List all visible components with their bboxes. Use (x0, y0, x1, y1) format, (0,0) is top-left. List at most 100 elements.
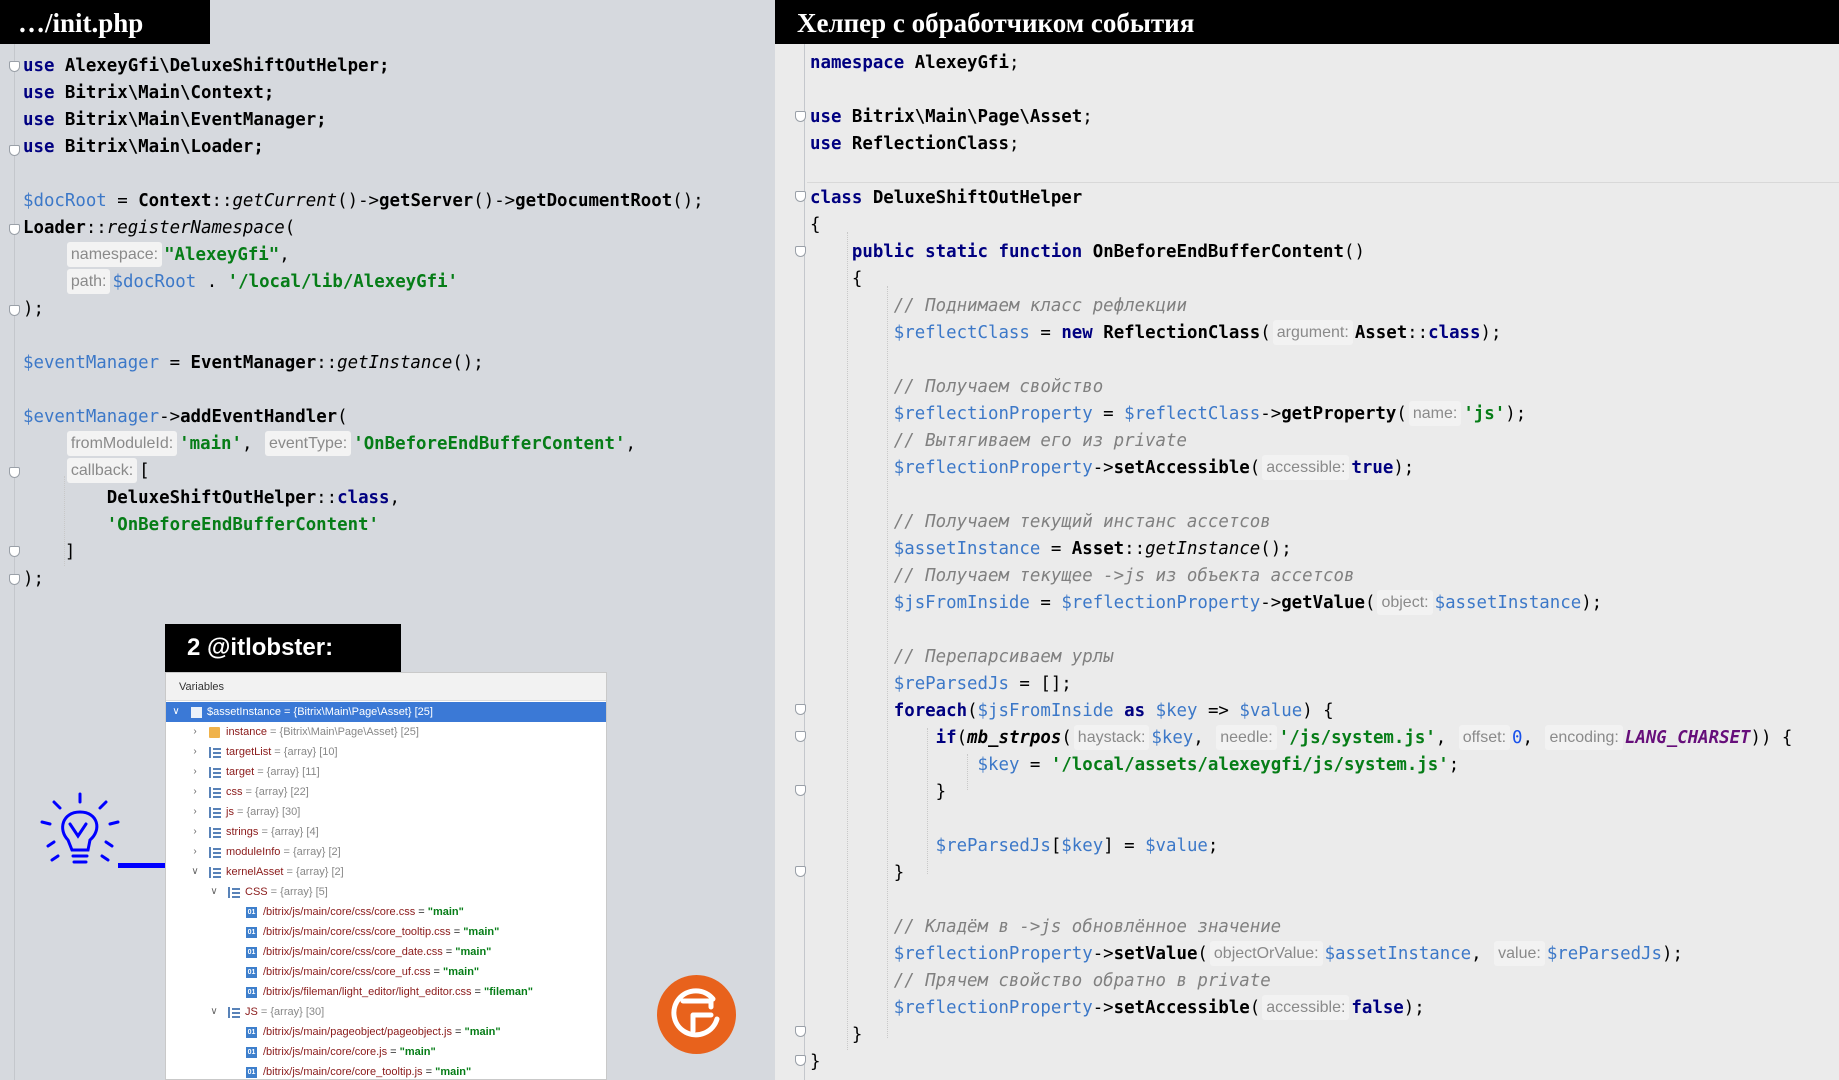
fold-marker[interactable] (9, 467, 20, 478)
param-hint: fromModuleId: (66, 431, 178, 456)
fold-marker[interactable] (795, 1055, 806, 1066)
code-line: use Bitrix\Main\EventManager; (23, 110, 327, 130)
chevron-right-icon[interactable]: › (190, 842, 200, 862)
fold-marker[interactable] (795, 246, 806, 257)
string-value-icon: 01 (246, 947, 257, 958)
chevron-right-icon[interactable]: › (190, 742, 200, 762)
tree-row[interactable]: › targetList = {array} [10] (166, 742, 606, 762)
field-icon (209, 727, 220, 738)
tree-row[interactable]: 01 /bitrix/js/main/core/css/core_date.cs… (166, 942, 606, 962)
tree-row[interactable]: › strings = {array} [4] (166, 822, 606, 842)
tree-row[interactable]: › js = {array} [30] (166, 802, 606, 822)
fold-marker[interactable] (9, 574, 20, 585)
tree-row[interactable]: › moduleInfo = {array} [2] (166, 842, 606, 862)
param-hint: value: (1494, 941, 1545, 966)
array-icon (209, 747, 221, 758)
tree-row[interactable]: 01 /bitrix/js/main/core/core.js = "main" (166, 1042, 606, 1062)
chevron-down-icon[interactable]: ∨ (190, 862, 200, 882)
fold-marker[interactable] (9, 61, 20, 72)
code-line: $reflectionProperty = $reflectClass->get… (810, 401, 1526, 428)
fold-marker[interactable] (795, 731, 806, 742)
chevron-down-icon[interactable]: ∨ (171, 702, 181, 722)
chevron-right-icon[interactable]: › (190, 782, 200, 802)
var-name: JS (245, 1006, 258, 1018)
code-line: namespace AlexeyGfi; (810, 53, 1020, 73)
tree-row[interactable]: 01 /bitrix/js/main/core/core_tooltip.js … (166, 1062, 606, 1079)
chevron-right-icon[interactable]: › (190, 722, 200, 742)
code-line: $reParsedJs = []; (893, 674, 1072, 694)
param-hint: argument: (1272, 320, 1353, 345)
var-value: "main" (463, 926, 500, 938)
var-value: = {array} [11] (254, 766, 320, 778)
param-hint: accessible: (1262, 455, 1350, 480)
var-value: = {Bitrix\Main\Page\Asset} [25] (281, 706, 433, 718)
tree-row[interactable]: ∨ CSS = {array} [5] (166, 882, 606, 902)
left-file-title: …/init.php (0, 0, 210, 44)
var-value: = {array} [30] (257, 1006, 325, 1018)
variables-header: Variables (166, 673, 606, 701)
var-name: moduleInfo (226, 846, 281, 858)
param-hint: object: (1377, 590, 1433, 615)
code-line: foreach($jsFromInside as $key => $value)… (893, 701, 1334, 721)
fold-marker[interactable] (795, 785, 806, 796)
chevron-right-icon[interactable]: › (190, 762, 200, 782)
param-hint: callback: (66, 458, 138, 483)
debugger-variables-panel[interactable]: Variables ∨ $assetInstance = {Bitrix\Mai… (165, 672, 607, 1080)
chevron-right-icon[interactable]: › (190, 802, 200, 822)
tree-row[interactable]: 01 /bitrix/js/main/core/css/core_uf.css … (166, 962, 606, 982)
code-line: Loader::registerNamespace( (23, 218, 296, 238)
string-value-icon: 01 (246, 927, 257, 938)
string-value-icon: 01 (246, 907, 257, 918)
fold-marker[interactable] (795, 866, 806, 877)
string-value-icon: 01 (246, 1067, 257, 1078)
code-line: $eventManager->addEventHandler( (23, 407, 348, 427)
fold-marker[interactable] (9, 546, 20, 557)
code-line: use Bitrix\Main\Loader; (23, 137, 264, 157)
tree-row[interactable]: 01 /bitrix/js/main/core/css/core.css = "… (166, 902, 606, 922)
code-line: 'OnBeforeEndBufferContent' (106, 515, 379, 535)
tree-row[interactable]: › instance = {Bitrix\Main\Page\Asset} [2… (166, 722, 606, 742)
fold-marker[interactable] (795, 111, 806, 122)
var-value: "main" (399, 1046, 436, 1058)
code-line: class DeluxeShiftOutHelper (810, 188, 1083, 208)
string-value-icon: 01 (246, 987, 257, 998)
code-line: ); (23, 569, 44, 589)
fold-marker[interactable] (795, 1026, 806, 1037)
tree-row[interactable]: ∨ JS = {array} [30] (166, 1002, 606, 1022)
var-value: "main" (443, 966, 480, 978)
tree-row[interactable]: › target = {array} [11] (166, 762, 606, 782)
var-value: = {array} [2] (280, 846, 341, 858)
code-line: $reflectionProperty->setValue(objectOrVa… (810, 941, 1683, 968)
fold-marker[interactable] (795, 191, 806, 202)
var-value: = {Bitrix\Main\Page\Asset} [25] (266, 726, 419, 738)
code-line: } (810, 782, 947, 802)
var-value: "main" (464, 1026, 501, 1038)
var-value: "main" (455, 946, 492, 958)
fold-marker[interactable] (9, 145, 20, 156)
tree-row[interactable]: 01 /bitrix/js/main/core/css/core_tooltip… (166, 922, 606, 942)
fold-marker[interactable] (9, 305, 20, 316)
chevron-down-icon[interactable]: ∨ (209, 882, 219, 902)
code-line: namespace: "AlexeyGfi", (23, 242, 290, 269)
chevron-down-icon[interactable]: ∨ (209, 1002, 219, 1022)
tree-row[interactable]: 01 /bitrix/js/main/pageobject/pageobject… (166, 1022, 606, 1042)
fold-marker[interactable] (9, 224, 20, 235)
array-icon (228, 887, 240, 898)
fold-marker[interactable] (795, 704, 806, 715)
chevron-right-icon[interactable]: › (190, 822, 200, 842)
right-file-title: Хелпер с обработчиком события (775, 0, 1839, 44)
param-hint: name: (1408, 401, 1462, 426)
lightbulb-icon (40, 792, 180, 868)
code-line: fromModuleId:'main', eventType: 'OnBefore… (23, 431, 636, 458)
tree-row-assetinstance[interactable]: ∨ $assetInstance = {Bitrix\Main\Page\Ass… (166, 702, 606, 722)
var-name: /bitrix/js/main/core/core_tooltip.js (263, 1066, 423, 1078)
callout-badge: 2 @itlobster: (165, 624, 401, 672)
code-line: callback:[ (23, 458, 150, 485)
code-line: // Поднимаем класс рефлекции (893, 296, 1187, 316)
tree-row[interactable]: › css = {array} [22] (166, 782, 606, 802)
var-value: = {array} [4] (258, 826, 319, 838)
code-line: use AlexeyGfi\DeluxeShiftOutHelper; (23, 56, 390, 76)
var-name: strings (226, 826, 259, 838)
tree-row[interactable]: ∨ kernelAsset = {array} [2] (166, 862, 606, 882)
tree-row[interactable]: 01 /bitrix/js/fileman/light_editor/light… (166, 982, 606, 1002)
